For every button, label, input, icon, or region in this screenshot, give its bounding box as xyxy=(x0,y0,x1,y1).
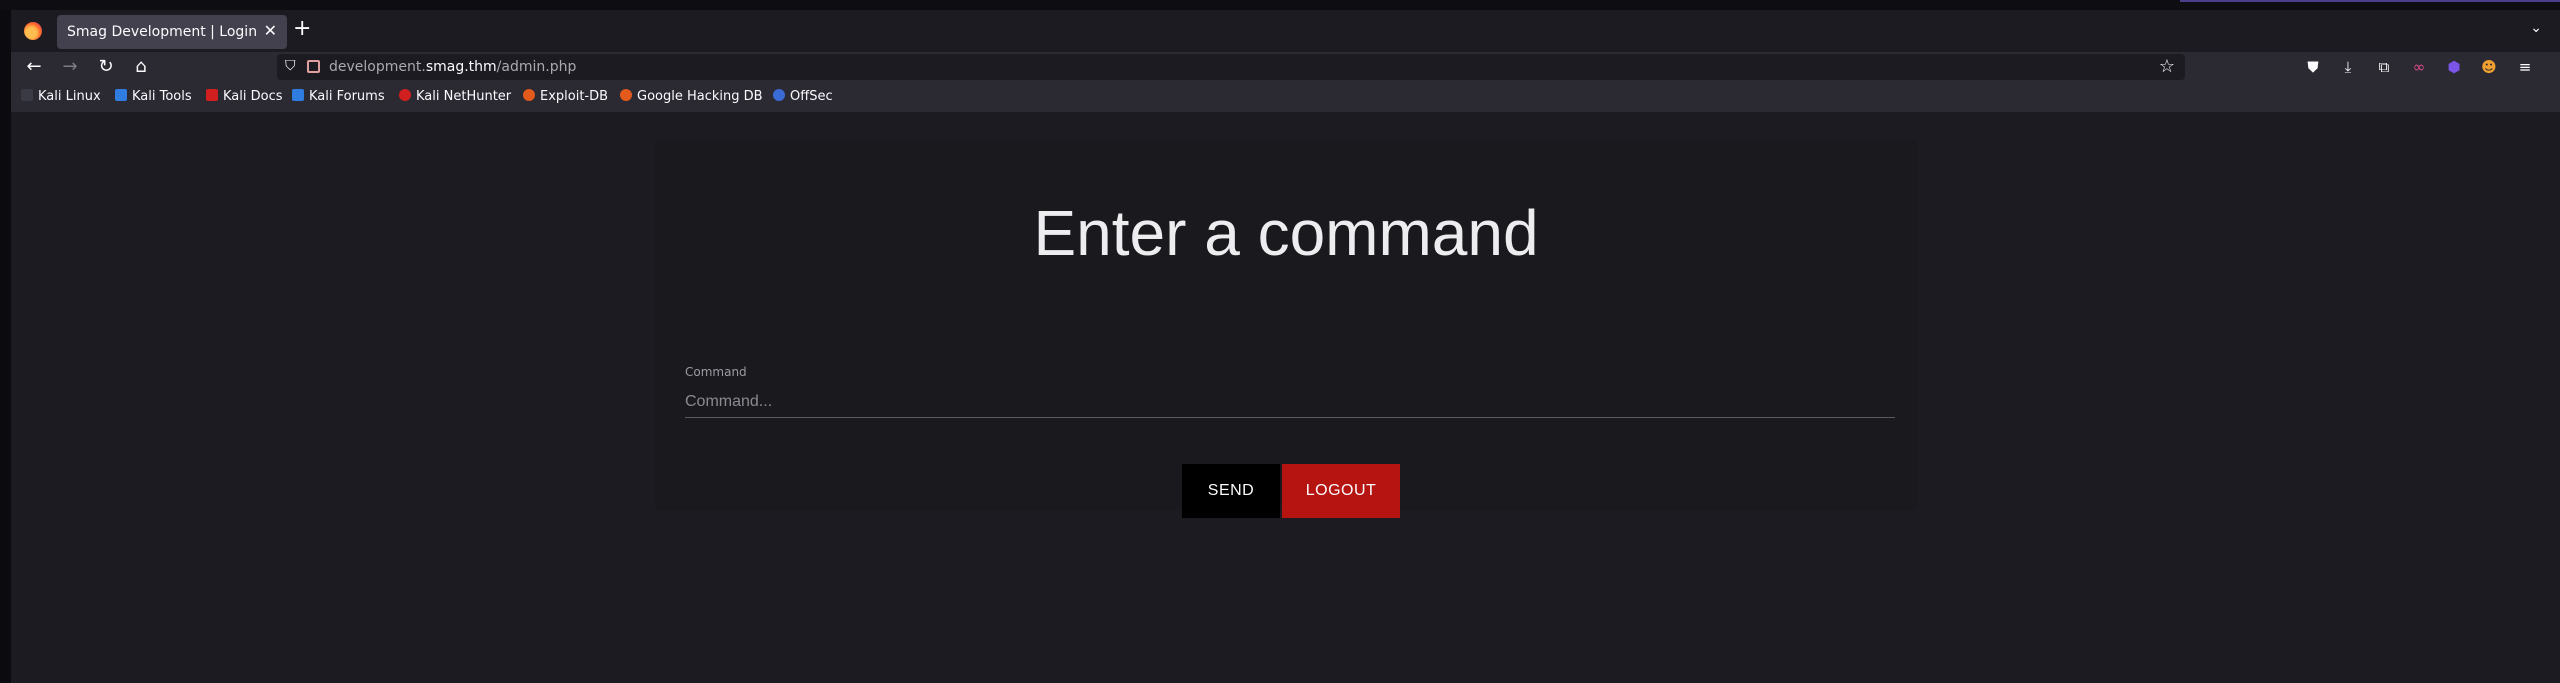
back-icon[interactable]: ← xyxy=(21,54,47,80)
bookmark-label: Exploit-DB xyxy=(540,89,609,104)
url-path: /admin.php xyxy=(496,59,577,75)
tab-active[interactable]: Smag Development | Login ✕ xyxy=(57,15,287,49)
command-label: Command xyxy=(685,365,747,379)
bookmark-label: OffSec xyxy=(790,89,833,104)
bookmark-label: Kali Forums xyxy=(309,89,385,104)
offsec-icon xyxy=(773,89,785,101)
bookmark-label: Kali Linux xyxy=(38,89,101,104)
bookmark-offsec[interactable]: OffSec xyxy=(773,89,833,104)
bookmark-google-hacking-db[interactable]: Google Hacking DB xyxy=(620,89,763,104)
send-button[interactable]: SEND xyxy=(1182,464,1280,518)
bookmark-kali-nethunter[interactable]: Kali NetHunter xyxy=(399,89,511,104)
bookmark-exploit-db[interactable]: Exploit-DB xyxy=(523,89,608,104)
kali-docs-icon xyxy=(206,89,218,101)
list-all-tabs-button[interactable]: ⌄ xyxy=(2530,20,2542,36)
url-prefix: development. xyxy=(329,59,426,75)
page-content: Enter a command Command SEND LOGOUT xyxy=(11,112,2560,683)
exploit-db-icon xyxy=(523,89,535,101)
kali-forums-icon xyxy=(292,89,304,101)
menu-icon[interactable]: ≡ xyxy=(2514,56,2536,78)
window-top-edge xyxy=(0,0,2560,10)
bookmark-kali-tools[interactable]: Kali Tools xyxy=(115,89,192,104)
command-input[interactable] xyxy=(685,387,1895,418)
new-tab-button[interactable]: + xyxy=(293,18,311,40)
extensions-icon[interactable]: ⧉ xyxy=(2373,56,2395,78)
pocket-icon[interactable]: ⛊ xyxy=(2302,56,2324,78)
home-icon[interactable]: ⌂ xyxy=(128,54,154,80)
bookmark-label: Kali Docs xyxy=(223,89,283,104)
command-card: Enter a command Command SEND LOGOUT xyxy=(655,140,1917,518)
bookmarks-toolbar: Kali Linux Kali Tools Kali Docs Kali For… xyxy=(11,82,2560,112)
extension-purple-icon[interactable]: ⬢ xyxy=(2443,56,2465,78)
bookmark-label: Google Hacking DB xyxy=(637,89,763,104)
url-host: smag.thm xyxy=(425,59,497,75)
page-title: Enter a command xyxy=(1033,197,1539,269)
bookmark-kali-linux[interactable]: Kali Linux xyxy=(21,89,101,104)
firefox-logo-icon xyxy=(24,22,42,40)
logout-button[interactable]: LOGOUT xyxy=(1282,464,1400,518)
bookmark-kali-forums[interactable]: Kali Forums xyxy=(292,89,385,104)
reload-icon[interactable]: ↻ xyxy=(93,54,119,80)
profile-icon[interactable]: ☻ xyxy=(2478,56,2500,78)
tracking-protection-shield-icon[interactable]: ⛉ xyxy=(285,58,296,74)
tab-strip: Smag Development | Login ✕ + ⌄ xyxy=(11,10,2560,52)
bookmark-star-icon[interactable]: ☆ xyxy=(2159,56,2175,77)
browser-window: Smag Development | Login ✕ + ⌄ ← → ↻ ⌂ ⛉… xyxy=(11,10,2560,683)
mask-icon[interactable]: ∞ xyxy=(2408,56,2430,78)
bookmark-label: Kali NetHunter xyxy=(416,89,512,104)
ghdb-icon xyxy=(620,89,632,101)
download-icon[interactable]: ⤓ xyxy=(2337,56,2359,78)
forward-icon[interactable]: → xyxy=(57,54,83,80)
kali-tools-icon xyxy=(115,89,127,101)
close-tab-icon[interactable]: ✕ xyxy=(264,21,277,40)
bookmark-kali-docs[interactable]: Kali Docs xyxy=(206,89,283,104)
navigation-toolbar: ← → ↻ ⌂ ⛉ development.smag.thm/admin.php… xyxy=(11,52,2560,82)
url-text[interactable]: development.smag.thm/admin.php xyxy=(329,59,576,75)
url-bar[interactable]: ⛉ development.smag.thm/admin.php ☆ xyxy=(277,54,2185,80)
bookmark-label: Kali Tools xyxy=(132,89,192,104)
kali-dragon-icon xyxy=(21,89,33,101)
kali-nethunter-icon xyxy=(399,89,411,101)
tab-title: Smag Development | Login xyxy=(67,24,258,40)
lock-icon[interactable] xyxy=(307,60,320,73)
